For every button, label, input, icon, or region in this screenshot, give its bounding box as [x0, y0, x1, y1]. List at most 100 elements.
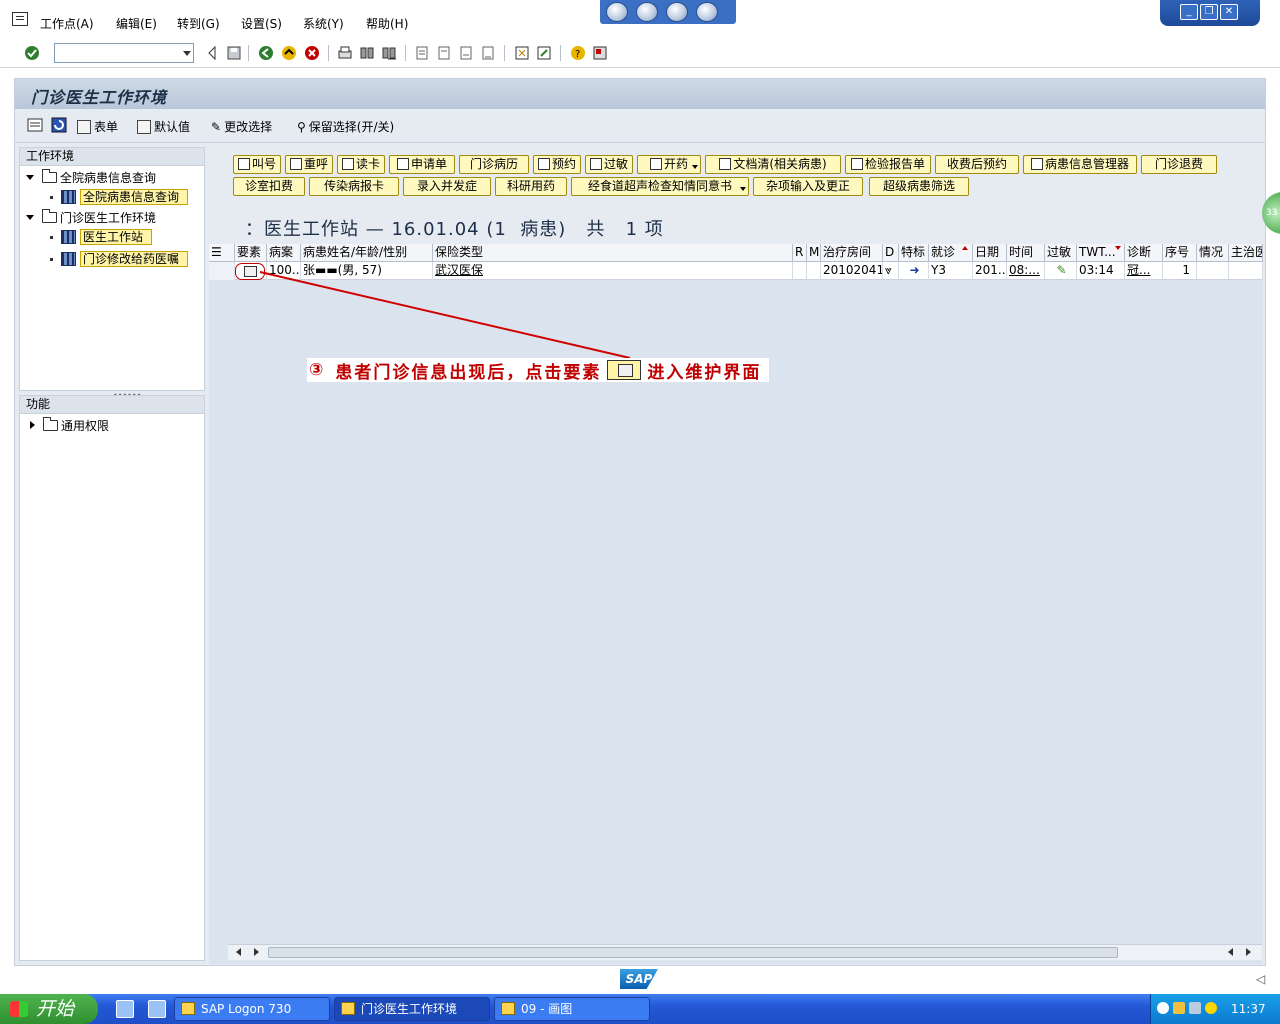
last-page-icon[interactable]: [480, 45, 496, 61]
tree-node-hospital-query[interactable]: 全院病患信息查询: [26, 168, 156, 186]
patient-info-manager-button[interactable]: 病患信息管理器: [1023, 155, 1137, 174]
super-patient-filter-button[interactable]: 超级病患筛选: [869, 177, 969, 196]
document-list-button[interactable]: 文档清(相关病患): [705, 155, 841, 174]
tree-node-outpatient-env[interactable]: 门诊医生工作环境: [26, 208, 156, 226]
clinic-charge-button[interactable]: 诊室扣费: [233, 177, 305, 196]
help-icon[interactable]: ?: [570, 45, 586, 61]
col-header-diagnosis[interactable]: 诊断: [1125, 244, 1163, 262]
tree-leaf-hospital-query[interactable]: 全院病患信息查询: [50, 188, 189, 206]
expand-icon[interactable]: [26, 214, 34, 220]
scroll-thumb[interactable]: [268, 947, 1118, 958]
task-paint[interactable]: 09 - 画图: [494, 997, 650, 1021]
prev-page-icon[interactable]: [436, 45, 452, 61]
chevron-down-icon[interactable]: [183, 51, 191, 56]
menu-system[interactable]: 系统(Y): [303, 15, 344, 32]
enter-check-icon[interactable]: [24, 45, 40, 61]
infectious-report-button[interactable]: 传染病报卡: [309, 177, 399, 196]
appointment-button[interactable]: 预约: [533, 155, 581, 174]
list-icon[interactable]: [27, 118, 43, 132]
task-outpatient-env[interactable]: 门诊医生工作环境: [334, 997, 490, 1021]
sort-desc-icon[interactable]: [1115, 246, 1121, 250]
col-header-patient[interactable]: 病患姓名/年龄/性别: [301, 244, 433, 262]
clock[interactable]: 11:37: [1231, 994, 1266, 1024]
col-header-m[interactable]: M: [807, 244, 821, 262]
show-desktop-icon[interactable]: [148, 1000, 166, 1018]
select-all-icon[interactable]: ☰: [209, 244, 235, 262]
menu-edit[interactable]: 编辑(E): [116, 15, 157, 32]
collapse-icon[interactable]: [30, 421, 35, 429]
menu-help[interactable]: 帮助(H): [366, 15, 408, 32]
col-header-r[interactable]: R: [793, 244, 807, 262]
cell-insurance[interactable]: 武汉医保: [433, 262, 793, 280]
arrow-right-icon[interactable]: ➜: [899, 262, 929, 280]
col-header-attending[interactable]: 主治医: [1229, 244, 1263, 262]
table-button[interactable]: 表单: [77, 118, 118, 135]
menu-workpoint[interactable]: 工作点(A): [40, 15, 94, 32]
window-dot-icon[interactable]: [636, 2, 658, 22]
default-value-button[interactable]: 默认值: [137, 118, 190, 135]
quicklaunch-icon[interactable]: [116, 1000, 134, 1018]
col-header-room[interactable]: 治疗房间: [821, 244, 883, 262]
col-header-special[interactable]: 特标: [899, 244, 929, 262]
col-header-allergy[interactable]: 过敏: [1045, 244, 1077, 262]
outpatient-refund-button[interactable]: 门诊退费: [1141, 155, 1217, 174]
cell-d-icon[interactable]: ⩔: [883, 262, 899, 280]
research-medication-button[interactable]: 科研用药: [495, 177, 567, 196]
back-icon[interactable]: [258, 45, 274, 61]
request-form-button[interactable]: 申请单: [389, 155, 455, 174]
first-page-icon[interactable]: [414, 45, 430, 61]
chevron-down-icon[interactable]: [692, 165, 698, 169]
status-expand-icon[interactable]: ◁: [1256, 972, 1265, 986]
maximize-button[interactable]: ❐: [1200, 4, 1218, 20]
scroll-left-icon[interactable]: [236, 948, 241, 956]
exit-icon[interactable]: [281, 45, 297, 61]
menu-customize-icon[interactable]: [12, 12, 28, 26]
cell-diagnosis[interactable]: 冠...: [1125, 262, 1163, 280]
element-maintain-icon[interactable]: [235, 263, 265, 280]
save-icon[interactable]: [226, 45, 242, 61]
call-number-button[interactable]: 叫号: [233, 155, 281, 174]
scroll-left-end-icon[interactable]: [1228, 948, 1233, 956]
new-session-icon[interactable]: [514, 45, 530, 61]
scroll-right-end-icon[interactable]: [1246, 948, 1251, 956]
back-arrow-icon[interactable]: [204, 45, 220, 61]
tree-node-general-permissions[interactable]: 通用权限: [30, 416, 109, 434]
col-header-time[interactable]: 时间: [1007, 244, 1045, 262]
lab-report-button[interactable]: 检验报告单: [845, 155, 931, 174]
tee-consent-button[interactable]: 经食道超声检查知情同意书: [571, 177, 749, 196]
menu-goto[interactable]: 转到(G): [177, 15, 220, 32]
refresh-icon[interactable]: [51, 117, 67, 133]
start-button[interactable]: 开始: [0, 994, 98, 1024]
table-row[interactable]: 100... 张▬▬(男, 57) 武汉医保 20102041 ⩔ ➜ Y3 2…: [209, 262, 1263, 280]
row-selector[interactable]: [209, 262, 235, 280]
expand-icon[interactable]: [26, 174, 34, 180]
horizontal-scrollbar[interactable]: [228, 944, 1262, 960]
keep-selection-button[interactable]: ⚲ 保留选择(开/关): [297, 118, 394, 135]
cell-time[interactable]: 08:...: [1007, 262, 1045, 280]
post-payment-appointment-button[interactable]: 收费后预约: [935, 155, 1019, 174]
chevron-down-icon[interactable]: [740, 187, 746, 191]
window-dot-icon[interactable]: [696, 2, 718, 22]
sort-asc-icon[interactable]: [962, 246, 968, 250]
tray-app-icon[interactable]: [1173, 1002, 1185, 1014]
tree-leaf-modify-orders[interactable]: 门诊修改给药医嘱: [50, 250, 189, 268]
col-header-status[interactable]: 情况: [1197, 244, 1229, 262]
read-card-button[interactable]: 读卡: [337, 155, 385, 174]
complication-entry-button[interactable]: 录入并发症: [403, 177, 491, 196]
scroll-right-icon[interactable]: [254, 948, 259, 956]
col-header-case[interactable]: 病案: [267, 244, 301, 262]
change-selection-button[interactable]: ✎ 更改选择: [211, 118, 272, 135]
allergy-check-icon[interactable]: ✎: [1045, 262, 1077, 280]
col-header-insurance[interactable]: 保险类型: [433, 244, 793, 262]
misc-input-button[interactable]: 杂项输入及更正: [753, 177, 863, 196]
shortcut-icon[interactable]: [536, 45, 552, 61]
command-field[interactable]: [54, 43, 194, 63]
tray-security-icon[interactable]: [1205, 1002, 1217, 1014]
col-header-element[interactable]: 要素: [235, 244, 267, 262]
prescribe-button[interactable]: 开药: [637, 155, 701, 174]
layout-icon[interactable]: [592, 45, 608, 61]
menu-settings[interactable]: 设置(S): [241, 15, 282, 32]
col-header-date[interactable]: 日期: [973, 244, 1007, 262]
col-header-d[interactable]: D: [883, 244, 899, 262]
find-next-icon[interactable]: [381, 45, 397, 61]
